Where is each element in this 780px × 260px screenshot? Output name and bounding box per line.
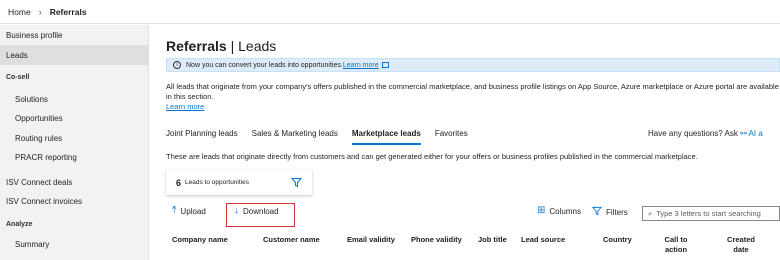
column-header-created-date[interactable]: Created date — [724, 235, 758, 255]
column-header-phone-validity[interactable]: Phone validity — [411, 235, 462, 244]
columns-icon: ⊞ — [537, 205, 546, 216]
columns-button[interactable]: ⊞ Columns — [537, 206, 581, 216]
page-description: All leads that originate from your compa… — [166, 82, 780, 112]
column-header-job-title[interactable]: Job title — [478, 235, 507, 244]
column-header-email-validity[interactable]: Email validity — [347, 235, 395, 244]
column-header-company-name[interactable]: Company name — [172, 235, 228, 244]
tab-favorites[interactable]: Favorites — [435, 129, 468, 145]
info-banner-learn-more-link[interactable]: Learn more — [343, 62, 379, 69]
breadcrumb-home[interactable]: Home — [8, 7, 31, 17]
search-input[interactable]: ⌕ Type 3 letters to start searching — [642, 206, 780, 221]
column-header-call-to-action[interactable]: Call to action — [661, 235, 691, 255]
upload-button[interactable]: ⤒ Upload — [172, 206, 206, 216]
main-content: Referrals | Leads i Now you can convert … — [150, 25, 780, 260]
help-ai-link[interactable]: ⚯ AI a — [740, 129, 763, 138]
filters-button-label: Filters — [606, 208, 628, 217]
sidebar-item-solutions[interactable]: Solutions — [15, 95, 48, 104]
sidebar-item-isv-connect-invoices[interactable]: ISV Connect invoices — [6, 197, 82, 206]
external-link-icon — [381, 62, 389, 68]
sidebar-item-opportunities[interactable]: Opportunities — [15, 114, 63, 123]
sidebar: Business profile Leads Co-sell Solutions… — [0, 25, 149, 260]
search-placeholder: Type 3 letters to start searching — [656, 209, 761, 218]
sidebar-item-leads[interactable]: Leads — [6, 51, 28, 60]
download-icon: ↓ — [234, 205, 239, 216]
chevron-right-icon: › — [38, 6, 42, 17]
upload-icon: ⤒ — [172, 205, 177, 216]
column-header-country[interactable]: Country — [603, 235, 632, 244]
summary-card-label: Leads to opportunities — [185, 179, 249, 186]
lead-tabs: Joint Planning leads Sales & Marketing l… — [166, 129, 482, 145]
tab-description: These are leads that originate directly … — [166, 152, 698, 161]
summary-card[interactable]: 6 Leads to opportunities — [166, 170, 312, 195]
filters-button[interactable]: Filters — [591, 206, 628, 219]
sidebar-item-business-profile[interactable]: Business profile — [6, 31, 62, 40]
sidebar-section-analyze: Analyze — [6, 221, 33, 228]
breadcrumb-current: Referrals — [49, 6, 87, 17]
tab-sales-marketing-leads[interactable]: Sales & Marketing leads — [252, 129, 338, 145]
info-banner: i Now you can convert your leads into op… — [166, 58, 780, 72]
summary-card-count: 6 — [176, 177, 182, 188]
table-header: Company name Customer name Email validit… — [166, 235, 780, 260]
info-icon: i — [173, 61, 181, 69]
info-banner-text: Now you can convert your leads into oppo… — [186, 61, 343, 69]
columns-button-label: Columns — [549, 206, 581, 216]
page-title-separator: | — [226, 38, 239, 54]
filter-icon[interactable] — [290, 177, 303, 190]
download-button[interactable]: ↓ Download — [234, 206, 279, 216]
help-ai-link-label: AI a — [748, 129, 763, 138]
help-prompt: Have any questions? Ask ⚯ AI a — [648, 129, 763, 138]
sidebar-item-routing-rules[interactable]: Routing rules — [15, 134, 62, 143]
column-header-lead-source[interactable]: Lead source — [521, 235, 565, 244]
tab-marketplace-leads[interactable]: Marketplace leads — [351, 129, 421, 145]
download-button-label: Download — [243, 206, 279, 216]
breadcrumb: Home › Referrals — [0, 0, 780, 24]
column-header-customer-name[interactable]: Customer name — [263, 235, 320, 244]
search-icon: ⌕ — [648, 208, 653, 218]
help-prompt-text: Have any questions? Ask — [648, 129, 741, 138]
tab-joint-planning-leads[interactable]: Joint Planning leads — [166, 129, 238, 145]
page-title-main: Referrals — [166, 38, 227, 54]
sidebar-item-summary[interactable]: Summary — [15, 240, 49, 249]
sparkle-icon: ⚯ — [740, 129, 747, 138]
command-bar: ⤒ Upload ↓ Download ⊞ Columns Filters ⌕ … — [166, 203, 780, 227]
page-title: Referrals | Leads — [166, 38, 276, 54]
page-description-text: All leads that originate from your compa… — [166, 82, 779, 101]
page-title-sub: Leads — [238, 38, 277, 54]
description-learn-more-link[interactable]: Learn more — [166, 102, 204, 111]
sidebar-section-cosell: Co-sell — [6, 74, 30, 81]
filter-icon — [591, 206, 603, 219]
upload-button-label: Upload — [180, 206, 206, 216]
sidebar-item-isv-connect-deals[interactable]: ISV Connect deals — [6, 178, 72, 187]
sidebar-item-pracr-reporting[interactable]: PRACR reporting — [15, 153, 77, 162]
